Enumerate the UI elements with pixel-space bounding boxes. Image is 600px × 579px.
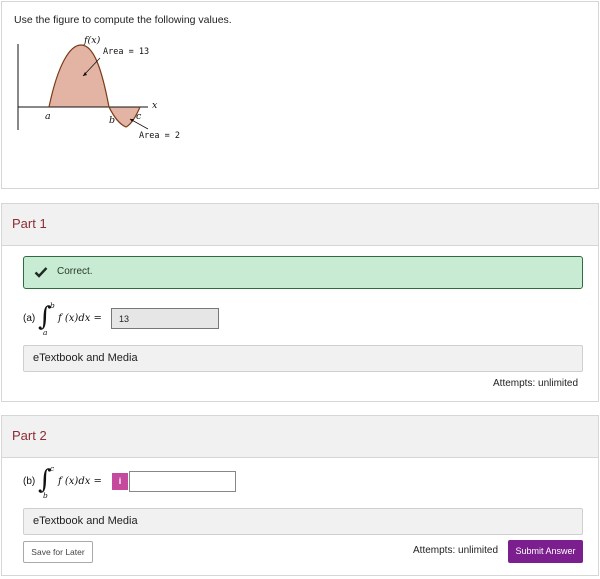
area-top-label: Area = 13 — [103, 47, 150, 57]
part1-answer-field[interactable]: 13 — [111, 308, 219, 329]
part1-question-label: (a) — [23, 313, 36, 324]
part2-attempts: Attempts: unlimited — [413, 545, 499, 556]
c-label: c — [136, 111, 142, 122]
x-axis-label: x — [152, 100, 158, 111]
submit-answer-button[interactable]: Submit Answer — [508, 540, 583, 563]
part1-attempts: Attempts: unlimited — [493, 378, 579, 389]
part2-question-label: (b) — [23, 476, 36, 487]
lower-limit: a — [43, 328, 48, 337]
upper-limit: b — [50, 301, 55, 310]
part1-title: Part 1 — [12, 216, 47, 231]
lower-limit: b — [43, 491, 48, 500]
function-figure: f(x) Area = 13 x a b c Area = 2 — [2, 2, 600, 190]
part1-header: Part 1 — [2, 204, 598, 246]
a-label: a — [45, 111, 51, 122]
integrand: f (x)dx = — [58, 313, 102, 324]
info-icon[interactable]: i — [112, 473, 128, 490]
part1-card: Part 1 Correct. (a) ∫ b a f (x)dx = 13 e… — [1, 203, 599, 402]
save-for-later-button[interactable]: Save for Later — [23, 541, 93, 563]
function-graph — [17, 44, 149, 130]
part2-etextbook-media[interactable]: eTextbook and Media — [23, 508, 583, 535]
upper-limit: c — [50, 464, 55, 473]
part2-card: Part 2 (b) ∫ c b f (x)dx = i eTextbook a… — [1, 415, 599, 576]
area-positive — [49, 45, 109, 107]
part2-header: Part 2 — [2, 416, 598, 458]
part1-etextbook-media[interactable]: eTextbook and Media — [23, 345, 583, 372]
correct-text: Correct. — [57, 266, 93, 277]
function-label: f(x) — [84, 35, 101, 46]
area-bottom-label: Area = 2 — [139, 131, 180, 141]
part2-title: Part 2 — [12, 428, 47, 443]
part2-answer-input[interactable] — [129, 471, 236, 492]
question-card: Use the figure to compute the following … — [1, 1, 599, 189]
integrand: f (x)dx = — [58, 476, 102, 487]
checkmark-icon — [34, 267, 48, 278]
b-label: b — [109, 115, 116, 126]
correct-feedback: Correct. — [23, 256, 583, 289]
